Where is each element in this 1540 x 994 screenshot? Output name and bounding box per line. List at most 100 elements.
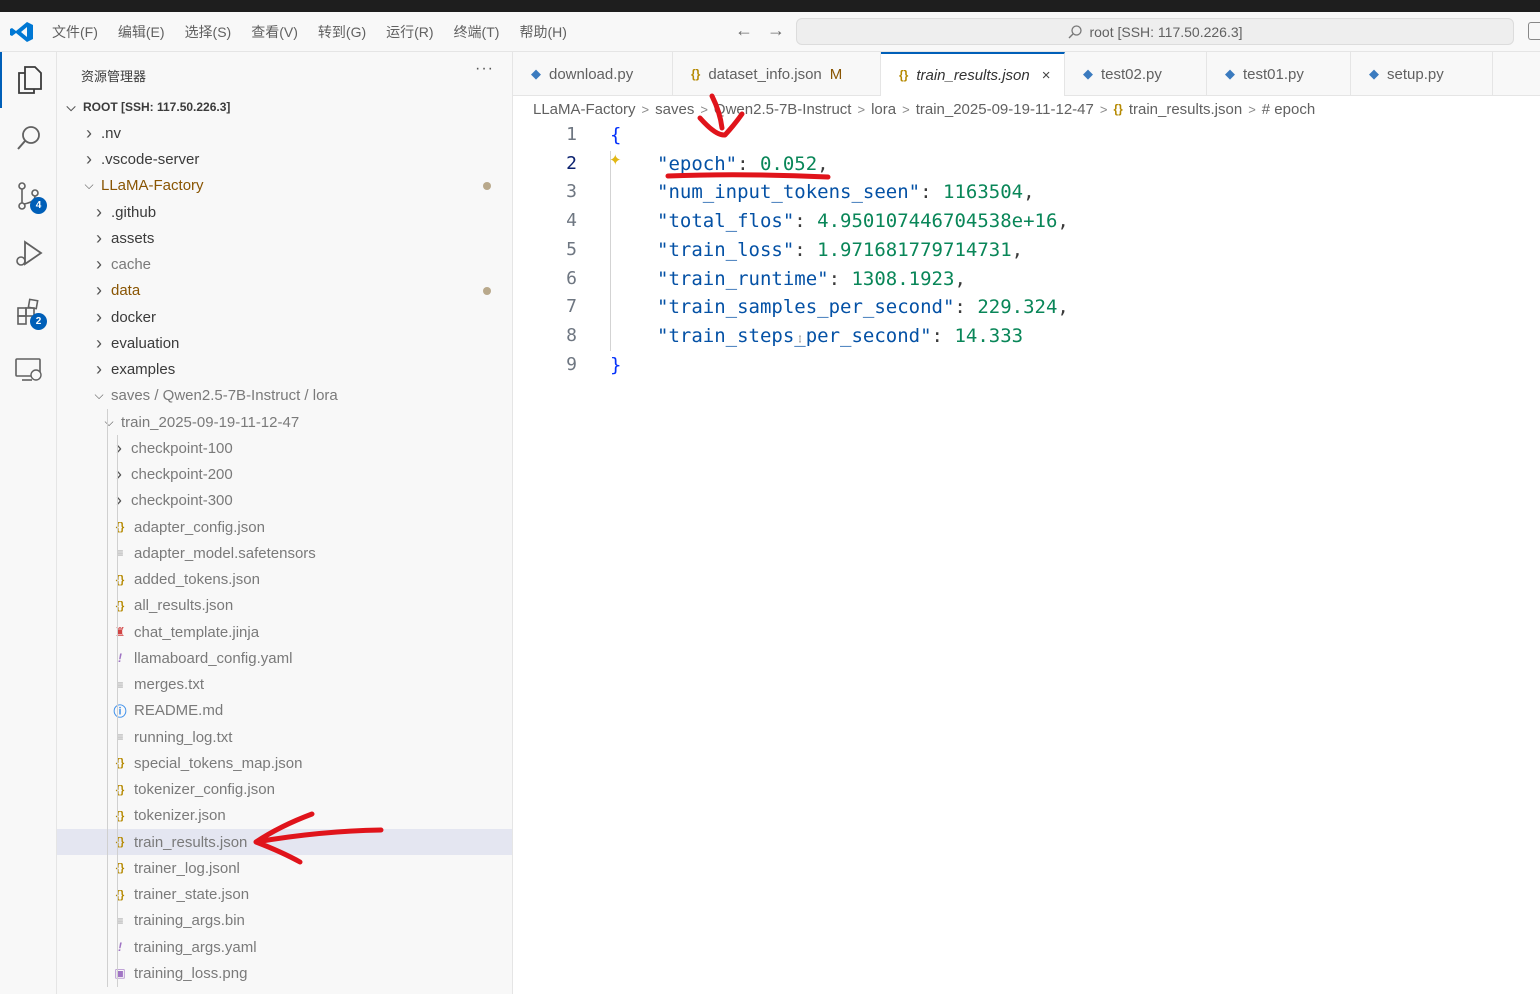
tree-folder[interactable]: › .nv (57, 120, 512, 146)
tree-item-label: merges.txt (134, 676, 205, 694)
more-actions-icon[interactable]: ··· (475, 60, 494, 78)
remote-explorer-activity-icon[interactable] (0, 342, 57, 398)
tree-file[interactable]: {} adapter_config.json (57, 514, 512, 541)
menu-item-7[interactable]: 帮助(H) (519, 22, 566, 42)
source-control-activity-icon[interactable]: 4 (0, 168, 57, 224)
forward-arrow-icon[interactable]: → (760, 20, 792, 41)
menu-item-5[interactable]: 运行(R) (386, 22, 433, 42)
extensions-activity-icon[interactable]: 2 (0, 284, 57, 340)
json-file-icon: {} (115, 862, 125, 875)
tree-file[interactable]: {} trainer_state.json (57, 881, 512, 908)
tree-folder[interactable]: › examples (57, 357, 512, 383)
vscode-logo-icon (10, 21, 34, 43)
editor-tab[interactable]: ◆ test02.py (1065, 52, 1207, 96)
code-content: "total_flos": 4.950107446704538e+16, (657, 207, 1069, 236)
tree-folder[interactable]: › .github (57, 199, 512, 225)
breadcrumb-item[interactable]: # epoch (1262, 101, 1315, 118)
breadcrumb-item[interactable]: Qwen2.5-7B-Instruct (714, 101, 852, 118)
tree-file[interactable]: ▣ training_loss.png (57, 960, 512, 987)
tree-file[interactable]: {} tokenizer_config.json (57, 776, 512, 803)
code-line[interactable]: 8 "train_steps_per_second": 14.333 (513, 322, 1540, 351)
code-editor[interactable]: ✦ 1{2 "epoch": 0.052, 3 "num_input_tokens_s… (513, 121, 1540, 994)
indent-guide (117, 750, 118, 777)
breadcrumb-item[interactable]: lora (871, 101, 896, 118)
tree-item-label: .vscode-server (101, 151, 200, 169)
tree-folder[interactable]: › .vscode-server (57, 147, 512, 173)
tree-root[interactable]: ⌵ ROOT [SSH: 117.50.226.3] (57, 94, 512, 120)
line-number: 5 (566, 238, 577, 260)
json-value: 4.950107446704538e+16 (817, 210, 1058, 233)
tree-folder[interactable]: › checkpoint-300 (57, 487, 512, 514)
tree-file[interactable]: {} added_tokens.json (57, 566, 512, 593)
editor-tab[interactable]: ◆ download.py (513, 52, 673, 96)
tree-file[interactable]: ! training_args.yaml (57, 934, 512, 961)
code-content: "train_steps_per_second": 14.333 (657, 322, 1023, 351)
tree-file[interactable]: {} special_tokens_map.json (57, 750, 512, 777)
indent-guide (107, 960, 108, 987)
editor-tab[interactable]: ◆ test01.py (1207, 52, 1351, 96)
title-bar: 文件(F) 编辑(E) 选择(S) 查看(V) 转到(G) 运行(R) 终端(T) 帮助(H)… (0, 12, 1540, 52)
comma: , (954, 267, 966, 290)
menu-item-1[interactable]: 编辑(E) (118, 22, 165, 42)
code-line[interactable]: 6 "train_runtime": 1308.1923, (513, 265, 1540, 294)
json-value: 14.333 (954, 324, 1024, 347)
json-file-icon: {} (115, 836, 125, 849)
tree-folder[interactable]: ⌵ train_2025-09-19-11-12-47 (57, 409, 512, 436)
chevron-right-icon: > (902, 101, 910, 117)
indent-guide (117, 802, 118, 829)
tree-file[interactable]: ⓘ README.md (57, 697, 512, 724)
tree-item-label: LLaMA-Factory (101, 177, 204, 195)
tree-file[interactable]: ! llamaboard_config.yaml (57, 645, 512, 672)
tree-folder[interactable]: › assets (57, 225, 512, 251)
tree-folder[interactable]: ⌵ LLaMA-Factory (57, 173, 512, 199)
code-line[interactable]: 2 "epoch": 0.052, (513, 150, 1540, 179)
breadcrumb-item[interactable]: train_results.json (1129, 101, 1242, 118)
code-line[interactable]: 9} (513, 351, 1540, 380)
editor-tab[interactable]: {} train_results.json × (881, 52, 1065, 96)
menu-item-0[interactable]: 文件(F) (52, 22, 98, 42)
indent-guide (107, 776, 108, 803)
run-debug-activity-icon[interactable] (0, 226, 57, 282)
tree-file[interactable]: ≡ training_args.bin (57, 907, 512, 934)
command-center-search[interactable]: root [SSH: 117.50.226.3] (796, 18, 1514, 45)
close-icon[interactable]: × (1042, 67, 1051, 84)
tree-file[interactable]: {} trainer_log.jsonl (57, 855, 512, 882)
breadcrumb-item[interactable]: LLaMA-Factory (533, 101, 636, 118)
layout-toggle-icon[interactable] (1528, 22, 1540, 40)
back-arrow-icon[interactable]: ← (728, 20, 760, 41)
code-line[interactable]: 4 "total_flos": 4.950107446704538e+16, (513, 207, 1540, 236)
tree-folder[interactable]: › checkpoint-200 (57, 461, 512, 488)
code-line[interactable]: 1{ (513, 121, 1540, 150)
explorer-activity-icon[interactable] (0, 52, 57, 108)
code-line[interactable]: 3 "num_input_tokens_seen": 1163504, (513, 178, 1540, 207)
menu-item-2[interactable]: 选择(S) (185, 22, 232, 42)
text-file-icon: ≡ (116, 730, 124, 745)
breadcrumb-item[interactable]: saves (655, 101, 694, 118)
menu-item-3[interactable]: 查看(V) (251, 22, 298, 42)
tree-file[interactable]: ♜ chat_template.jinja (57, 619, 512, 646)
chevron-right-icon: > (1099, 101, 1108, 117)
tree-file[interactable]: ≡ running_log.txt (57, 724, 512, 751)
tree-file[interactable]: {} tokenizer.json (57, 802, 512, 829)
tree-file[interactable]: ≡ adapter_model.safetensors (57, 540, 512, 567)
tree-item-label: saves / Qwen2.5-7B-Instruct / lora (111, 387, 338, 405)
editor-tab[interactable]: {} dataset_info.json M (673, 52, 881, 96)
menu-item-4[interactable]: 转到(G) (318, 22, 366, 42)
menu-item-6[interactable]: 终端(T) (454, 22, 500, 42)
tree-file[interactable]: {} all_results.json (57, 592, 512, 619)
tree-folder[interactable]: ⌵ saves / Qwen2.5-7B-Instruct / lora (57, 383, 512, 409)
search-activity-icon[interactable] (0, 110, 57, 166)
code-line[interactable]: 5 "train_loss": 1.971681779714731, (513, 236, 1540, 265)
tree-file[interactable]: ≡ merges.txt (57, 671, 512, 698)
breadcrumb-item[interactable]: train_2025-09-19-11-12-47 (916, 101, 1094, 118)
tree-folder[interactable]: › checkpoint-100 (57, 435, 512, 462)
tree-folder[interactable]: › evaluation (57, 330, 512, 356)
tree-file[interactable]: {} train_results.json (57, 829, 512, 856)
editor-tab[interactable]: ◆ setup.py (1351, 52, 1493, 96)
tree-folder[interactable]: › data (57, 278, 512, 304)
tree-folder[interactable]: › cache (57, 252, 512, 278)
tree-folder[interactable]: › docker (57, 304, 512, 330)
tree-item-label: train_results.json (134, 833, 248, 851)
code-line[interactable]: 7 "train_samples_per_second": 229.324, (513, 293, 1540, 322)
chevron-right-icon: › (96, 332, 102, 353)
